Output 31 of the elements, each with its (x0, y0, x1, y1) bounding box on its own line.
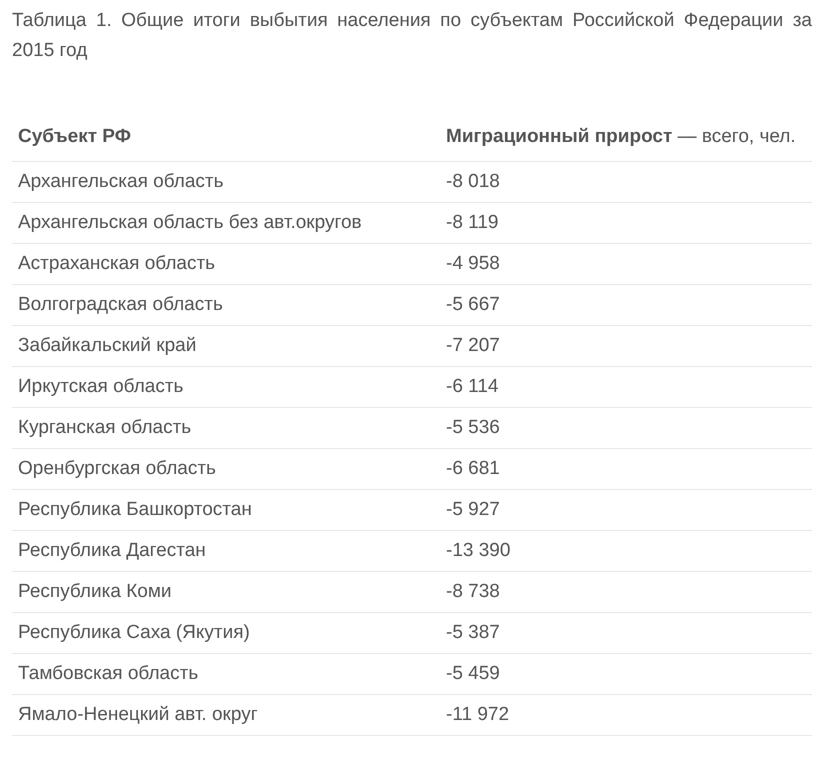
table-cell: Астраханская область (12, 244, 440, 284)
table-cell: -8 119 (440, 202, 812, 244)
table-cell: Республика Дагестан (12, 530, 440, 572)
table-cell: Архангельская область без авт.округов (12, 202, 440, 244)
table-caption: Таблица 1. Общие итоги выбытия населения по субъектам Российской Федерации за 2015 год (12, 9, 812, 63)
column-header: Миграционный прирост — всего, чел. (440, 118, 812, 162)
table-cell: -5 459 (440, 654, 812, 694)
table-cell: Архангельская область (12, 162, 440, 202)
table-cell: Волгоградская область (12, 284, 440, 326)
table-cell: Забайкальский край (12, 326, 440, 366)
table-cell: Ямало-Ненецкий авт. округ (12, 694, 440, 736)
table-cell: -8 018 (440, 162, 812, 202)
table-cell: Республика Саха (Якутия) (12, 612, 440, 654)
table-cell: Курганская область (12, 408, 440, 448)
table-cell: -5 536 (440, 408, 812, 448)
table-cell: Республика Башкортостан (12, 490, 440, 530)
column-header: Субъект РФ (12, 118, 440, 162)
table-cell: Иркутская область (12, 366, 440, 408)
table-cell: -13 390 (440, 530, 812, 572)
table-cell: -6 681 (440, 448, 812, 490)
table-cell: -5 387 (440, 612, 812, 654)
table-cell: Республика Коми (12, 572, 440, 612)
table-cell: -4 958 (440, 244, 812, 284)
table-cell: -11 972 (440, 694, 812, 736)
table-cell: -7 207 (440, 326, 812, 366)
table-cell: -6 114 (440, 366, 812, 408)
table-cell: -5 927 (440, 490, 812, 530)
table-cell: -8 738 (440, 572, 812, 612)
table-cell: Оренбургская область (12, 448, 440, 490)
table-cell: -5 667 (440, 284, 812, 326)
table-cell: Тамбовская область (12, 654, 440, 694)
